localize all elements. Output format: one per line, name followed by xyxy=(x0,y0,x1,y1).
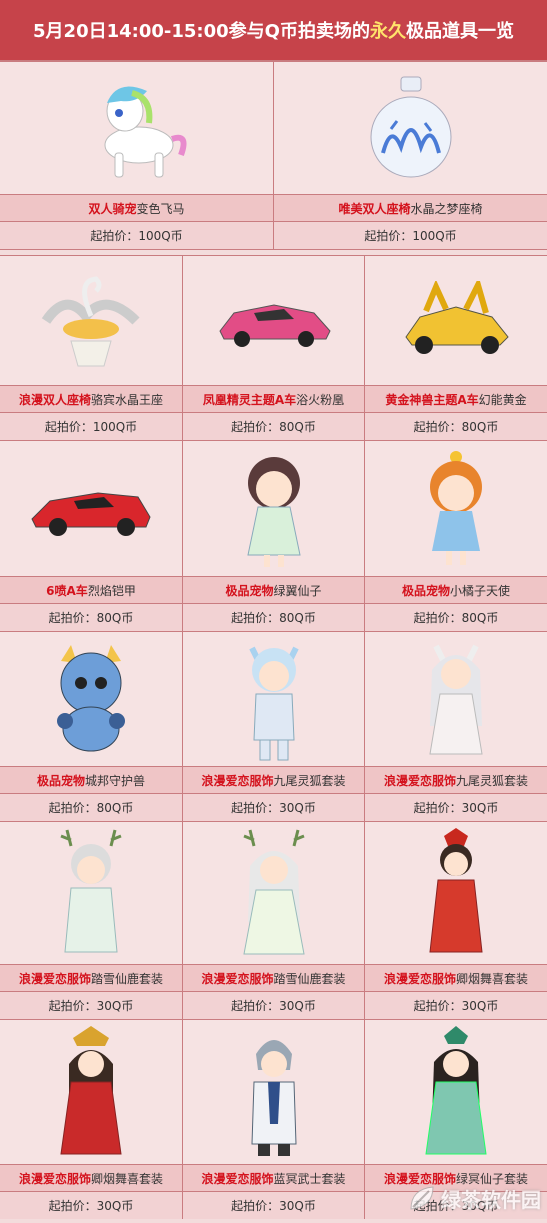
orange-angel-icon xyxy=(365,441,547,577)
item-row: 双人骑宠 变色飞马 起拍价：100Q币 唯美双人座椅 水晶之梦座椅 起拍价：100Q… xyxy=(0,62,547,250)
item-card[interactable]: 6喷A车 烈焰铠甲 起拍价：80Q币 xyxy=(0,441,182,631)
leaf-logo-icon xyxy=(410,1186,434,1210)
item-card[interactable]: 浪漫爱恋服饰 九尾灵狐套装 起拍价：30Q币 xyxy=(364,632,547,821)
title-date: 5月20日14:00-15:00 xyxy=(33,21,229,42)
item-card[interactable]: 极品宠物 绿翼仙子 起拍价：80Q币 xyxy=(182,441,364,631)
item-row: 浪漫双人座椅 骆宾水晶王座 起拍价：100Q币 凤凰精灵主题A车 浴火粉凰 起拍价：… xyxy=(0,256,547,441)
red-robe-boy-icon xyxy=(365,822,547,965)
gold-car-icon xyxy=(365,256,547,386)
title-tail: 极品道具一览 xyxy=(405,21,514,42)
item-price: 起拍价：100Q币 xyxy=(274,222,547,249)
item-name: 浪漫爱恋服饰 卿烟舞喜套装 xyxy=(0,1165,182,1192)
item-name: 双人骑宠 变色飞马 xyxy=(0,195,273,222)
blue-dragon-icon xyxy=(0,632,182,767)
item-price: 起拍价：30Q币 xyxy=(365,992,547,1019)
swan-throne-icon xyxy=(0,256,182,386)
item-name: 浪漫爱恋服饰 九尾灵狐套装 xyxy=(365,767,547,794)
item-name: 浪漫爱恋服饰 九尾灵狐套装 xyxy=(183,767,364,794)
item-name: 极品宠物 城邦守护兽 xyxy=(0,767,182,794)
item-price: 起拍价：100Q币 xyxy=(0,413,182,440)
item-price: 起拍价：30Q币 xyxy=(0,992,182,1019)
item-card[interactable]: 浪漫爱恋服饰 卿烟舞喜套装 起拍价：30Q币 xyxy=(364,822,547,1019)
item-card[interactable]: 唯美双人座椅 水晶之梦座椅 起拍价：100Q币 xyxy=(273,62,547,249)
item-card[interactable]: 浪漫爱恋服饰 蓝冥武士套装 起拍价：30Q币 xyxy=(182,1020,364,1219)
page-title: 5月20日14:00-15:00 参与Q币拍卖场的 永久 极品道具一览 xyxy=(0,0,547,60)
item-price: 起拍价：80Q币 xyxy=(0,604,182,631)
item-card[interactable]: 浪漫爱恋服饰 卿烟舞喜套装 起拍价：30Q币 xyxy=(0,1020,182,1219)
item-price: 起拍价：30Q币 xyxy=(365,794,547,821)
pony-icon xyxy=(0,62,273,195)
item-name: 浪漫爱恋服饰 卿烟舞喜套装 xyxy=(365,965,547,992)
item-price: 起拍价：30Q币 xyxy=(183,992,364,1019)
watermark: 绿茶软件园 xyxy=(407,1183,541,1213)
item-name: 浪漫爱恋服饰 踏雪仙鹿套装 xyxy=(183,965,364,992)
item-grid: 双人骑宠 变色飞马 起拍价：100Q币 唯美双人座椅 水晶之梦座椅 起拍价：100Q… xyxy=(0,60,547,1219)
item-price: 起拍价：80Q币 xyxy=(365,413,547,440)
item-card[interactable]: 黄金神兽主题A车 幻能黄金 起拍价：80Q币 xyxy=(364,256,547,440)
item-name: 凤凰精灵主题A车 浴火粉凰 xyxy=(183,386,364,413)
item-card[interactable]: 凤凰精灵主题A车 浴火粉凰 起拍价：80Q币 xyxy=(182,256,364,440)
item-price: 起拍价：30Q币 xyxy=(0,1192,182,1219)
item-row: 浪漫爱恋服饰 踏雪仙鹿套装 起拍价：30Q币 浪漫爱恋服饰 踏雪仙鹿套装 起拍价：3… xyxy=(0,822,547,1020)
item-price: 起拍价：100Q币 xyxy=(0,222,273,249)
item-name: 极品宠物 绿翼仙子 xyxy=(183,577,364,604)
item-price: 起拍价：80Q币 xyxy=(0,794,182,821)
item-name: 极品宠物 小橘子天使 xyxy=(365,577,547,604)
title-highlight: 永久 xyxy=(369,21,406,42)
item-name: 6喷A车 烈焰铠甲 xyxy=(0,577,182,604)
blue-warrior-icon xyxy=(183,1020,364,1165)
item-price: 起拍价：30Q币 xyxy=(183,794,364,821)
item-name: 浪漫爱恋服饰 蓝冥武士套装 xyxy=(183,1165,364,1192)
item-name: 浪漫爱恋服饰 踏雪仙鹿套装 xyxy=(0,965,182,992)
pink-car-icon xyxy=(183,256,364,386)
item-card[interactable]: 双人骑宠 变色飞马 起拍价：100Q币 xyxy=(0,62,273,249)
item-name: 唯美双人座椅 水晶之梦座椅 xyxy=(274,195,547,222)
item-price: 起拍价：30Q币 xyxy=(183,1192,364,1219)
item-card[interactable]: 浪漫爱恋服饰 踏雪仙鹿套装 起拍价：30Q币 xyxy=(0,822,182,1019)
item-price: 起拍价：80Q币 xyxy=(183,604,364,631)
fox-boy-icon xyxy=(183,632,364,767)
item-row: 6喷A车 烈焰铠甲 起拍价：80Q币 极品宠物 绿翼仙子 起拍价：80Q币 极品… xyxy=(0,441,547,632)
item-row: 极品宠物 城邦守护兽 起拍价：80Q币 浪漫爱恋服饰 九尾灵狐套装 起拍价：30Q币 xyxy=(0,632,547,822)
green-lady-icon xyxy=(365,1020,547,1165)
item-card[interactable]: 极品宠物 城邦守护兽 起拍价：80Q币 xyxy=(0,632,182,821)
crystal-bottle-icon xyxy=(274,62,547,195)
title-text: 参与Q币拍卖场的 xyxy=(228,21,370,42)
deer-girl-icon xyxy=(183,822,364,965)
item-price: 起拍价：80Q币 xyxy=(183,413,364,440)
item-name: 黄金神兽主题A车 幻能黄金 xyxy=(365,386,547,413)
item-card[interactable]: 浪漫爱恋服饰 踏雪仙鹿套装 起拍价：30Q币 xyxy=(182,822,364,1019)
fox-girl-icon xyxy=(365,632,547,767)
item-card[interactable]: 浪漫双人座椅 骆宾水晶王座 起拍价：100Q币 xyxy=(0,256,182,440)
item-price: 起拍价：80Q币 xyxy=(365,604,547,631)
red-car-icon xyxy=(0,441,182,577)
item-name: 浪漫双人座椅 骆宾水晶王座 xyxy=(0,386,182,413)
watermark-text: 绿茶软件园 xyxy=(441,1187,541,1212)
deer-boy-icon xyxy=(0,822,182,965)
item-card[interactable]: 极品宠物 小橘子天使 起拍价：80Q币 xyxy=(364,441,547,631)
green-fairy-icon xyxy=(183,441,364,577)
item-card[interactable]: 浪漫爱恋服饰 九尾灵狐套装 起拍价：30Q币 xyxy=(182,632,364,821)
red-robe-girl-icon xyxy=(0,1020,182,1165)
